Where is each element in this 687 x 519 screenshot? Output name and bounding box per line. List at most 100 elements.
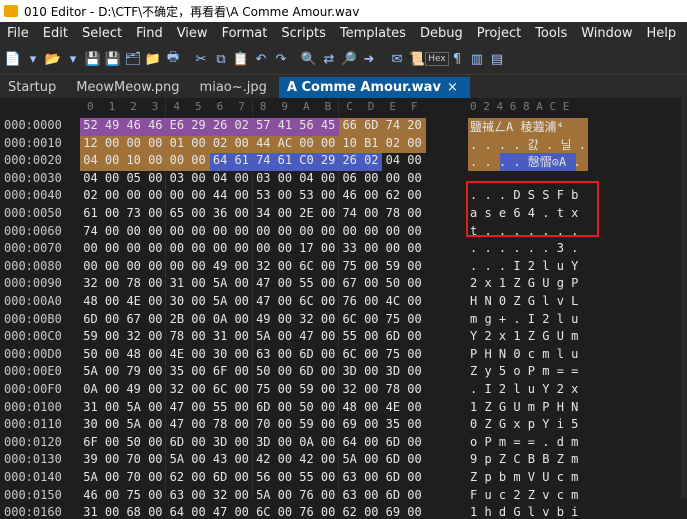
ascii-text[interactable]: . . . . 慤慴⊙A .: [470, 153, 600, 170]
hex-byte[interactable]: 32: [339, 382, 360, 396]
hex-byte[interactable]: 49: [123, 382, 144, 396]
hex-byte[interactable]: 00: [145, 241, 166, 255]
hex-byte[interactable]: 6C: [339, 347, 360, 361]
hex-byte[interactable]: 00: [145, 188, 166, 202]
hex-byte[interactable]: 32: [166, 382, 187, 396]
hex-byte[interactable]: 00: [318, 206, 339, 220]
hex-byte[interactable]: 00: [274, 276, 295, 290]
ascii-text[interactable]: o P m = = . d m: [470, 435, 600, 449]
hex-byte[interactable]: 00: [361, 400, 382, 414]
save-as-icon[interactable]: 💾: [104, 50, 122, 68]
ascii-text[interactable]: 0 Z G x p Y i 5: [470, 417, 600, 431]
hex-byte[interactable]: 76: [296, 505, 317, 519]
hex-byte[interactable]: 00: [102, 347, 123, 361]
chevron-down-icon[interactable]: ▾: [24, 50, 42, 68]
hex-byte[interactable]: 00: [404, 382, 425, 396]
hex-byte[interactable]: 00: [102, 171, 123, 185]
hex-byte[interactable]: 00: [102, 259, 123, 273]
hex-byte[interactable]: 00: [231, 435, 252, 449]
hex-byte[interactable]: 00: [231, 364, 252, 378]
hex-byte[interactable]: 00: [102, 417, 123, 431]
hex-byte[interactable]: 6D: [296, 364, 317, 378]
hex-byte[interactable]: 49: [253, 312, 274, 326]
hex-byte[interactable]: 00: [188, 505, 209, 519]
hex-byte[interactable]: 00: [102, 382, 123, 396]
hex-byte[interactable]: 00: [145, 505, 166, 519]
hex-byte[interactable]: 4C: [382, 294, 403, 308]
hex-byte[interactable]: 6C: [296, 259, 317, 273]
hex-byte[interactable]: 00: [188, 382, 209, 396]
hex-byte[interactable]: 63: [339, 470, 360, 484]
hex-byte[interactable]: 52: [80, 118, 101, 132]
ascii-text[interactable]: . . . . 갌 . 닐 .: [470, 136, 600, 153]
hex-byte[interactable]: 00: [145, 312, 166, 326]
hex-byte[interactable]: 00: [80, 259, 101, 273]
hex-byte[interactable]: 34: [253, 206, 274, 220]
ascii-text[interactable]: 1 Z G U m P H N: [470, 400, 600, 414]
cut-icon[interactable]: ✂: [192, 50, 210, 68]
hex-byte[interactable]: 00: [188, 224, 209, 238]
hex-byte[interactable]: 00: [188, 312, 209, 326]
hex-byte[interactable]: 00: [296, 136, 317, 150]
hex-byte[interactable]: 00: [404, 364, 425, 378]
hex-byte[interactable]: 00: [274, 329, 295, 343]
hex-byte[interactable]: 00: [145, 417, 166, 431]
hex-byte[interactable]: 78: [382, 382, 403, 396]
hex-byte[interactable]: 00: [274, 294, 295, 308]
hex-byte[interactable]: 57: [253, 118, 274, 132]
hex-byte[interactable]: 76: [296, 488, 317, 502]
hex-byte[interactable]: 00: [361, 171, 382, 185]
hex-byte[interactable]: 74: [382, 118, 403, 132]
hex-byte[interactable]: 26: [210, 118, 231, 132]
hex-byte[interactable]: 70: [123, 470, 144, 484]
hex-byte[interactable]: 00: [318, 488, 339, 502]
hex-byte[interactable]: 6D: [253, 400, 274, 414]
hex-byte[interactable]: 00: [404, 435, 425, 449]
find-icon[interactable]: 🔍: [300, 50, 318, 68]
hex-byte[interactable]: 00: [102, 488, 123, 502]
hex-byte[interactable]: 6C: [210, 382, 231, 396]
hex-byte[interactable]: 00: [145, 329, 166, 343]
ascii-text[interactable]: 9 p Z C B B Z m: [470, 452, 600, 466]
hex-byte[interactable]: 00: [102, 364, 123, 378]
hex-byte[interactable]: 03: [253, 171, 274, 185]
hex-byte[interactable]: 00: [145, 452, 166, 466]
hex-byte[interactable]: 00: [188, 153, 209, 167]
hex-byte[interactable]: 00: [145, 382, 166, 396]
hex-byte[interactable]: 00: [102, 505, 123, 519]
hex-byte[interactable]: 00: [318, 417, 339, 431]
hex-byte[interactable]: 00: [274, 347, 295, 361]
hex-byte[interactable]: 30: [80, 417, 101, 431]
hex-byte[interactable]: 00: [404, 400, 425, 414]
hex-byte[interactable]: 47: [210, 505, 231, 519]
hex-byte[interactable]: 20: [404, 118, 425, 132]
hex-byte[interactable]: 00: [123, 259, 144, 273]
hex-byte[interactable]: 46: [123, 118, 144, 132]
hex-byte[interactable]: 53: [296, 188, 317, 202]
hex-byte[interactable]: C0: [296, 153, 317, 167]
hex-byte[interactable]: 46: [145, 118, 166, 132]
hex-byte[interactable]: 64: [166, 505, 187, 519]
hex-byte[interactable]: 46: [339, 188, 360, 202]
hex-editor[interactable]: 0123456789ABCDEF0 2 4 6 8 A C E 000:0000 5…: [0, 98, 687, 519]
hex-byte[interactable]: 00: [274, 364, 295, 378]
hex-byte[interactable]: 47: [166, 417, 187, 431]
hex-byte[interactable]: 69: [339, 417, 360, 431]
hex-byte[interactable]: 6D: [296, 347, 317, 361]
undo-icon[interactable]: ↶: [252, 50, 270, 68]
hex-byte[interactable]: 6D: [382, 452, 403, 466]
hex-byte[interactable]: 68: [123, 505, 144, 519]
hex-byte[interactable]: 00: [339, 224, 360, 238]
hex-byte[interactable]: 00: [318, 276, 339, 290]
hex-byte[interactable]: 00: [102, 206, 123, 220]
hex-byte[interactable]: 66: [339, 118, 360, 132]
hex-byte[interactable]: 00: [231, 241, 252, 255]
ascii-text[interactable]: m g + . I 2 l u: [470, 312, 600, 326]
hex-byte[interactable]: 63: [166, 488, 187, 502]
hex-byte[interactable]: 31: [210, 329, 231, 343]
hex-byte[interactable]: 75: [339, 259, 360, 273]
hex-byte[interactable]: 00: [404, 276, 425, 290]
hex-byte[interactable]: 00: [361, 488, 382, 502]
hex-byte[interactable]: 00: [274, 188, 295, 202]
hex-byte[interactable]: 6D: [361, 118, 382, 132]
